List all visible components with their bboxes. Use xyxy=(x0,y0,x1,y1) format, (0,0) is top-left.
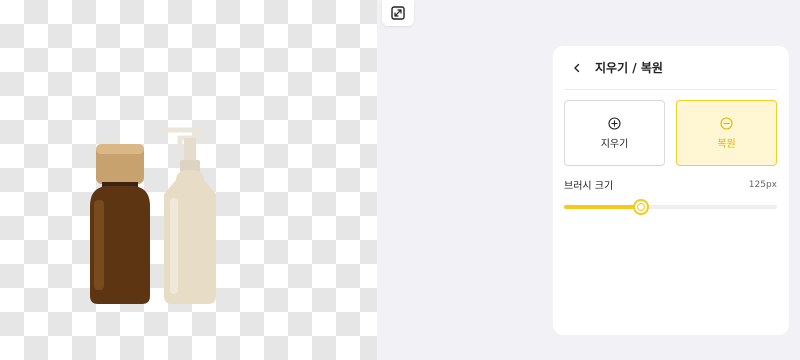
back-button[interactable] xyxy=(567,58,587,78)
brush-size-value: 125px xyxy=(748,179,777,190)
product-image xyxy=(90,127,216,304)
expand-diagonal-icon xyxy=(391,6,405,20)
brush-size-row: 브러시 크기 125px xyxy=(564,177,777,193)
erase-mode-button[interactable]: 지우기 xyxy=(564,100,665,166)
slider-thumb[interactable] xyxy=(632,199,649,215)
expand-button[interactable] xyxy=(382,0,414,26)
panel-header: 지우기 / 복원 xyxy=(565,46,777,90)
brush-size-label: 브러시 크기 xyxy=(564,181,614,192)
mode-selector: 지우기 복원 xyxy=(564,100,777,166)
erase-mode-label: 지우기 xyxy=(600,138,629,150)
image-canvas[interactable] xyxy=(0,0,377,360)
restore-mode-label: 복원 xyxy=(717,138,736,150)
slider-fill xyxy=(564,205,641,209)
minus-circle-icon xyxy=(720,116,733,130)
chevron-left-icon xyxy=(574,63,580,72)
panel-title: 지우기 / 복원 xyxy=(595,61,663,75)
plus-circle-icon xyxy=(608,116,621,130)
restore-mode-button[interactable]: 복원 xyxy=(676,100,777,166)
erase-restore-panel: 지우기 / 복원 지우기 복원 브러시 크기 125px xyxy=(553,46,789,335)
brush-size-slider[interactable] xyxy=(564,199,777,215)
